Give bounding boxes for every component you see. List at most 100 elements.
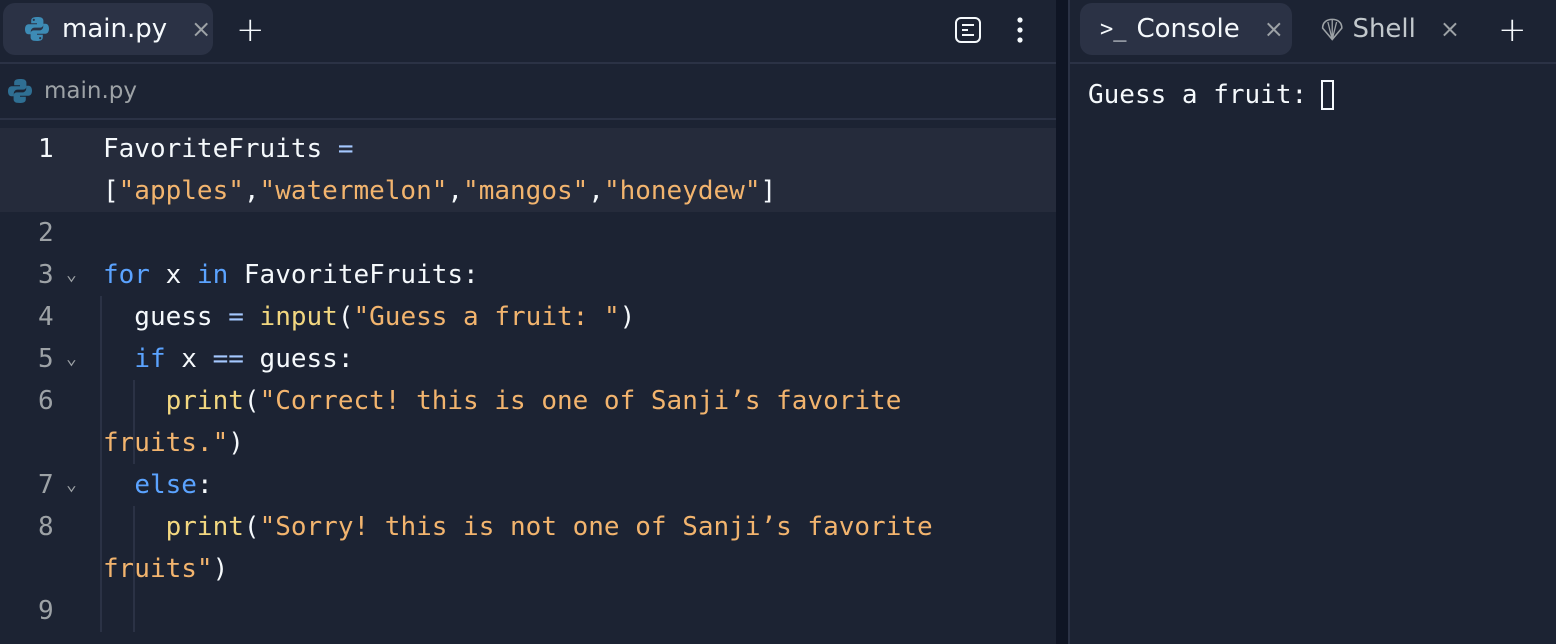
code-line[interactable]: 5 ⌄ if x == guess:	[0, 338, 1056, 380]
code-token: (	[337, 302, 354, 332]
code-text: guess = input("Guess a fruit: ")	[100, 296, 635, 338]
code-text: fruits")	[100, 548, 228, 590]
new-tab-button[interactable]: +	[1498, 8, 1527, 52]
line-gutter: 1	[0, 128, 100, 170]
string-token: "Correct! this is one of Sanji’s favorit…	[259, 386, 902, 416]
code-token: ,	[243, 176, 260, 206]
editor-tab-bar: main.py × +	[0, 0, 1056, 64]
pane-resize-handle[interactable]	[1056, 0, 1070, 644]
code-token: x	[165, 344, 213, 374]
code-text: FavoriteFruits =	[100, 128, 353, 170]
keyword-token: if	[134, 344, 166, 374]
code-token: x	[149, 260, 197, 290]
new-tab-button[interactable]: +	[236, 8, 265, 52]
string-token: fruits"	[103, 554, 213, 584]
tab-main-py[interactable]: main.py ×	[3, 3, 213, 55]
code-token: FavoriteFruits	[103, 134, 338, 164]
string-token: "apples"	[118, 176, 244, 206]
code-line[interactable]: fruits.")	[0, 422, 1056, 464]
code-token: =	[228, 302, 244, 332]
close-tab-icon[interactable]: ×	[191, 15, 211, 43]
code-text: fruits.")	[100, 422, 244, 464]
code-text: print("Sorry! this is not one of Sanji’s…	[100, 506, 933, 548]
line-gutter: 8	[0, 506, 100, 548]
shell-icon	[1321, 18, 1343, 41]
editor-pane: main.py × + main.py 1 FavoriteFruits = ["a…	[0, 0, 1056, 644]
code-token: :	[196, 470, 213, 500]
line-gutter	[0, 422, 100, 464]
code-line[interactable]: 6 print("Correct! this is one of Sanji’s…	[0, 380, 1056, 422]
line-number: 9	[38, 596, 54, 626]
code-text: else:	[100, 464, 213, 506]
fold-chevron-icon[interactable]: ⌄	[66, 254, 77, 296]
keyword-token: for	[103, 260, 150, 290]
line-gutter: 9	[0, 590, 100, 632]
code-line[interactable]: 4 guess = input("Guess a fruit: ")	[0, 296, 1056, 338]
code-token: ]	[760, 176, 777, 206]
code-token: ==	[212, 344, 244, 374]
string-token: "Guess a fruit: "	[353, 302, 620, 332]
code-line[interactable]: ["apples","watermelon","mangos","honeyde…	[0, 170, 1056, 212]
line-number: 8	[38, 512, 54, 542]
outline-icon[interactable]	[954, 16, 982, 48]
tab-console[interactable]: >_ Console ×	[1080, 3, 1292, 55]
close-tab-icon[interactable]: ×	[1440, 15, 1460, 43]
string-token: fruits."	[103, 428, 229, 458]
code-token: (	[243, 512, 260, 542]
code-line[interactable]: 8 print("Sorry! this is not one of Sanji…	[0, 506, 1056, 548]
line-gutter	[0, 170, 100, 212]
line-gutter: 6	[0, 380, 100, 422]
function-token: input	[259, 302, 338, 332]
tab-shell[interactable]: Shell ×	[1320, 3, 1460, 55]
close-tab-icon[interactable]: ×	[1264, 15, 1284, 43]
code-token: )	[212, 554, 229, 584]
code-token: )	[619, 302, 636, 332]
code-token: (	[243, 386, 260, 416]
console-output[interactable]: Guess a fruit:	[1070, 64, 1556, 110]
fold-chevron-icon[interactable]: ⌄	[66, 338, 77, 380]
code-line[interactable]: fruits")	[0, 548, 1056, 590]
line-gutter: 2	[0, 212, 100, 254]
string-token: "honeydew"	[603, 176, 761, 206]
code-line[interactable]: 9	[0, 590, 1056, 632]
indent-guide	[100, 296, 102, 632]
tab-label: Console	[1136, 14, 1240, 44]
code-token: guess:	[243, 344, 354, 374]
string-token: "Sorry! this is not one of Sanji’s favor…	[259, 512, 933, 542]
more-vertical-icon[interactable]	[1010, 16, 1030, 48]
breadcrumb-file[interactable]: main.py	[44, 78, 137, 104]
line-number: 4	[38, 302, 54, 332]
line-gutter: 7 ⌄	[0, 464, 100, 506]
code-line[interactable]: 2	[0, 212, 1056, 254]
console-tab-bar: >_ Console × Shell × +	[1070, 0, 1556, 64]
line-gutter	[0, 548, 100, 590]
fold-chevron-icon[interactable]: ⌄	[66, 464, 77, 506]
input-cursor[interactable]	[1321, 80, 1335, 110]
line-gutter: 5 ⌄	[0, 338, 100, 380]
code-text: ["apples","watermelon","mangos","honeyde…	[100, 170, 776, 212]
code-editor[interactable]: 1 FavoriteFruits = ["apples","watermelon",…	[0, 120, 1056, 632]
code-line[interactable]: 3 ⌄ for x in FavoriteFruits:	[0, 254, 1056, 296]
indent-guide	[133, 506, 135, 632]
indent-guide	[133, 380, 135, 464]
keyword-token: else	[134, 470, 197, 500]
string-token: "mangos"	[463, 176, 589, 206]
code-token: )	[228, 428, 244, 458]
code-text: if x == guess:	[100, 338, 353, 380]
line-number: 1	[38, 134, 54, 164]
python-icon	[25, 17, 49, 41]
function-token: print	[165, 386, 244, 416]
code-line[interactable]: 7 ⌄ else:	[0, 464, 1056, 506]
code-token: =	[337, 134, 354, 164]
function-token: print	[165, 512, 244, 542]
code-line[interactable]: 1 FavoriteFruits =	[0, 128, 1056, 170]
line-number: 6	[38, 386, 54, 416]
console-pane: >_ Console × Shell × + Guess a fruit:	[1070, 0, 1556, 644]
string-token: "watermelon"	[259, 176, 448, 206]
code-text: for x in FavoriteFruits:	[100, 254, 479, 296]
code-token: FavoriteFruits:	[228, 260, 479, 290]
code-text: print("Correct! this is one of Sanji’s f…	[100, 380, 902, 422]
console-prompt-text: Guess a fruit:	[1088, 80, 1308, 110]
